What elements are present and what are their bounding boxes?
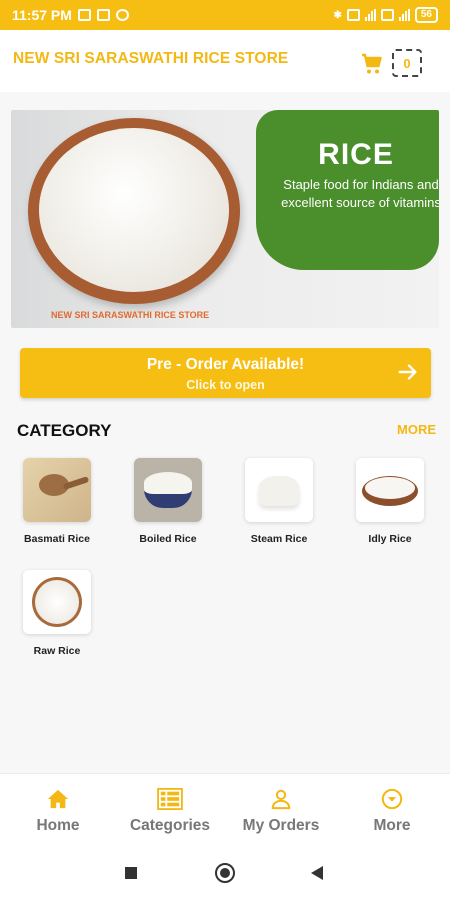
home-system-icon[interactable] xyxy=(215,863,235,883)
user-icon xyxy=(271,789,291,810)
status-time: 11:57 PM xyxy=(12,7,72,23)
banner-store-name: NEW SRI SARASWATHI RICE STORE xyxy=(51,310,210,320)
volte-icon-2 xyxy=(380,9,394,21)
raw-rice-image xyxy=(23,570,91,634)
chevron-circle-icon xyxy=(381,788,403,810)
message-icon xyxy=(77,9,91,21)
nav-label: More xyxy=(373,817,411,834)
bottom-navigation: Home Categories My Orders More xyxy=(0,773,450,843)
nav-home[interactable]: Home xyxy=(2,774,114,844)
signal-icon-2 xyxy=(398,9,410,21)
category-item-basmati[interactable]: Basmati Rice xyxy=(12,458,102,558)
rice-bowl-image xyxy=(28,118,240,304)
status-bar: 11:57 PM ✱ 56 xyxy=(0,0,450,30)
volte-icon xyxy=(346,9,360,21)
category-item-steam[interactable]: Steam Rice xyxy=(234,458,324,558)
nav-categories[interactable]: Categories xyxy=(114,774,226,844)
category-item-raw[interactable]: Raw Rice xyxy=(12,570,102,670)
nav-more[interactable]: More xyxy=(336,774,448,844)
signal-icon xyxy=(364,9,376,21)
category-more-link[interactable]: MORE xyxy=(397,422,436,437)
app-header: NEW SRI SARASWATHI RICE STORE 0 xyxy=(0,30,450,92)
categories-icon xyxy=(157,788,183,810)
recents-icon[interactable] xyxy=(125,867,137,879)
category-heading: CATEGORY xyxy=(17,421,112,440)
cart-count-badge[interactable]: 0 xyxy=(392,49,422,77)
banner-tagline: Staple food for Indians and excellent so… xyxy=(281,177,439,210)
category-label: Raw Rice xyxy=(33,645,81,657)
category-item-idly[interactable]: Idly Rice xyxy=(345,458,435,558)
steam-rice-image xyxy=(245,458,313,522)
bluetooth-icon: ✱ xyxy=(333,9,342,21)
battery-icon: 56 xyxy=(414,7,438,23)
preorder-button[interactable]: Pre - Order Available! Click to open xyxy=(20,348,431,398)
category-label: Idly Rice xyxy=(368,533,412,545)
nav-label: Home xyxy=(36,817,80,834)
arrow-right-icon xyxy=(398,364,417,380)
promo-banner[interactable]: RICE Staple food for Indians and excelle… xyxy=(11,110,439,328)
basmati-rice-image xyxy=(23,458,91,522)
category-item-boiled[interactable]: Boiled Rice xyxy=(123,458,213,558)
whatsapp-icon xyxy=(115,9,129,21)
nav-label: My Orders xyxy=(242,817,320,834)
boiled-rice-image xyxy=(134,458,202,522)
preorder-subtitle: Click to open xyxy=(186,378,265,392)
category-label: Steam Rice xyxy=(250,533,308,545)
cart-icon[interactable] xyxy=(360,52,384,76)
lock-icon xyxy=(96,9,110,21)
back-icon[interactable] xyxy=(311,866,323,880)
idly-rice-image xyxy=(356,458,424,522)
system-navigation-bar xyxy=(0,843,450,900)
home-icon xyxy=(47,789,69,809)
category-label: Basmati Rice xyxy=(24,533,90,545)
nav-my-orders[interactable]: My Orders xyxy=(225,774,337,844)
store-title: NEW SRI SARASWATHI RICE STORE xyxy=(13,50,289,67)
nav-label: Categories xyxy=(129,817,211,834)
preorder-title: Pre - Order Available! xyxy=(146,356,305,373)
category-label: Boiled Rice xyxy=(139,533,197,545)
banner-headline: RICE xyxy=(318,138,394,171)
